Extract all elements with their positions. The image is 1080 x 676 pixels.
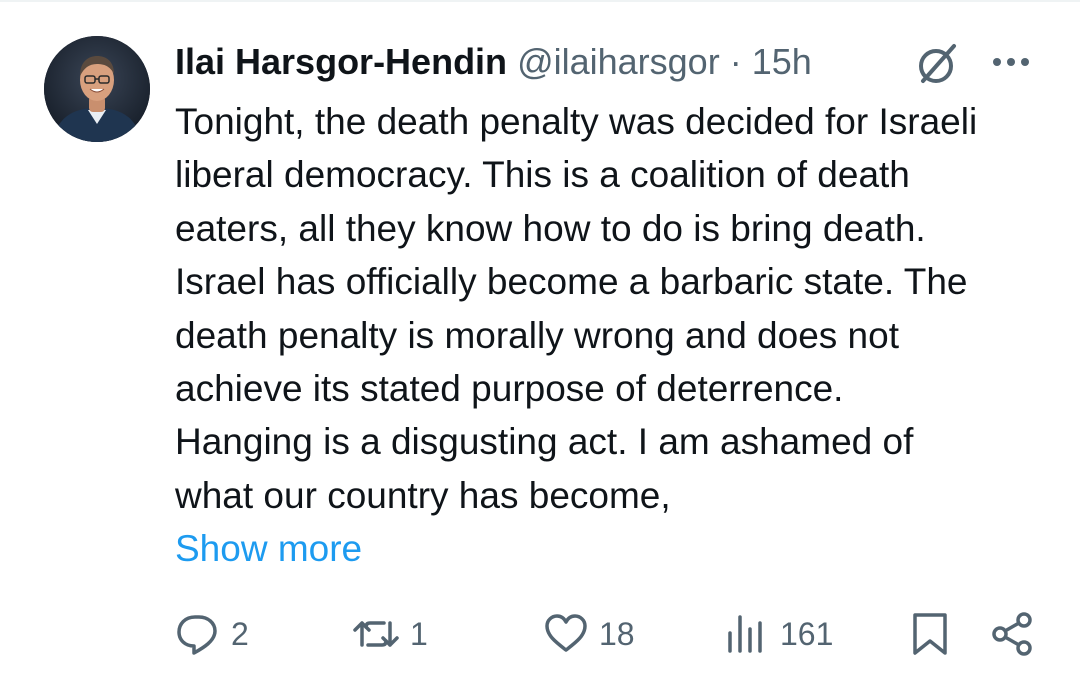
bookmark-button[interactable] <box>910 604 950 664</box>
author-handle[interactable]: @ilaiharsgor <box>517 40 720 84</box>
like-button[interactable]: 18 <box>543 604 635 664</box>
reply-icon <box>175 611 221 657</box>
grok-icon[interactable] <box>914 40 962 88</box>
tweet-text-line: eaters, all they know how to do is bring… <box>175 207 926 249</box>
tweet-timestamp[interactable]: 15h <box>752 40 812 84</box>
heart-icon <box>543 611 589 657</box>
reply-count: 2 <box>231 616 249 652</box>
tweet-text-line: Israel has officially become a barbaric … <box>175 261 968 303</box>
tweet-text-line: liberal democracy. This is a coalition o… <box>175 154 910 196</box>
repost-button[interactable]: 1 <box>352 604 428 664</box>
tweet-text-line: Tonight, the death penalty was decided f… <box>175 101 978 142</box>
show-more-link[interactable]: Show more <box>175 522 362 575</box>
author-avatar[interactable] <box>44 36 150 142</box>
repost-icon <box>352 611 400 657</box>
like-count: 18 <box>599 616 635 652</box>
share-button[interactable] <box>990 604 1036 664</box>
reply-button[interactable]: 2 <box>175 604 249 664</box>
bookmark-icon <box>910 611 950 657</box>
tweet-actions: 2 1 18 161 <box>0 604 1080 664</box>
more-dots-icon[interactable] <box>990 50 1032 74</box>
tweet-text: Tonight, the death penalty was decided f… <box>175 95 1045 522</box>
avatar-photo <box>44 36 150 142</box>
header-separator: · <box>729 41 742 82</box>
share-icon <box>990 611 1036 657</box>
tweet-text-line: death penalty is morally wrong and does … <box>175 314 899 356</box>
repost-count: 1 <box>410 616 428 652</box>
top-divider <box>0 0 1080 2</box>
tweet-text-line: Hanging is a disgusting act. I am ashame… <box>175 421 914 463</box>
tweet-header: Ilai Harsgor-Hendin @ilaiharsgor · 15h <box>175 40 812 84</box>
tweet-text-line: achieve its stated purpose of deterrence… <box>175 367 844 409</box>
views-count: 161 <box>780 616 834 652</box>
views-button[interactable]: 161 <box>724 604 833 664</box>
tweet-text-line: what our country has become, <box>175 474 671 516</box>
author-name[interactable]: Ilai Harsgor-Hendin <box>175 40 507 84</box>
analytics-icon <box>724 611 770 657</box>
